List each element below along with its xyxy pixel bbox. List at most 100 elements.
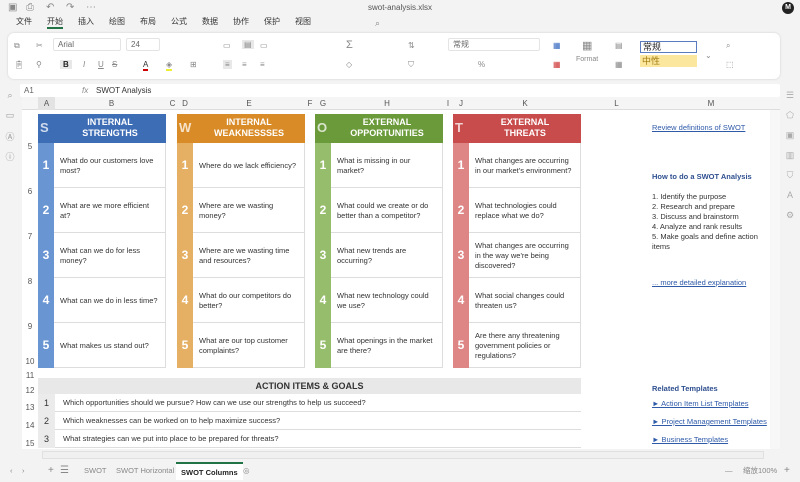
align-top-icon[interactable]: ▭: [223, 41, 231, 50]
more-explanation-link[interactable]: ... more detailed explanation: [652, 278, 746, 287]
quadrant-item[interactable]: 4 What social changes could threaten us?: [453, 278, 581, 323]
column-header-H[interactable]: H: [331, 97, 443, 110]
search-icon[interactable]: ⌕: [0, 90, 20, 110]
column-header-I[interactable]: I: [443, 97, 453, 110]
quadrant-item[interactable]: 2 What are we more efficient at?: [38, 188, 166, 233]
number-format-select[interactable]: 常规: [448, 38, 540, 51]
text-icon[interactable]: Ⓐ: [0, 130, 20, 150]
prev-sheet-icon[interactable]: ‹: [10, 462, 13, 480]
quadrant-item[interactable]: 5 What are our top customer complaints?: [177, 323, 305, 368]
vertical-scrollbar[interactable]: [770, 110, 780, 449]
add-sheet-icon[interactable]: +: [48, 462, 54, 480]
row-header-10[interactable]: 10: [22, 336, 38, 368]
align-middle-icon[interactable]: ▤: [242, 40, 254, 49]
related-template-link[interactable]: ► Business Templates: [652, 435, 770, 444]
print-icon[interactable]: ⎙: [26, 2, 34, 13]
shapes-icon[interactable]: ⬠: [780, 110, 800, 130]
menu-item[interactable]: 绘图: [109, 15, 125, 29]
column-header-G[interactable]: G: [315, 97, 331, 110]
row-header-6[interactable]: 6: [22, 156, 38, 201]
styles-expand-icon[interactable]: ⌄: [705, 51, 712, 60]
fill-color-icon[interactable]: ◈: [166, 60, 173, 71]
column-header-L[interactable]: L: [581, 97, 652, 110]
related-template-link[interactable]: ► Action Item List Templates: [652, 399, 770, 408]
quadrant-item[interactable]: 3 Where are we wasting time and resources…: [177, 233, 305, 278]
delete-cells-icon[interactable]: ▦: [553, 60, 561, 69]
quadrant-item[interactable]: 4 What do our competitors do better?: [177, 278, 305, 323]
copy-icon[interactable]: ⧉: [14, 41, 20, 51]
align-bottom-icon[interactable]: ▭: [260, 41, 268, 50]
avatar[interactable]: M: [782, 2, 794, 14]
column-header-A[interactable]: A: [38, 97, 55, 110]
cut-icon[interactable]: ✂: [36, 41, 43, 50]
quadrant-item[interactable]: 1 What do our customers love most?: [38, 143, 166, 188]
text-icon[interactable]: A: [780, 190, 800, 210]
column-header-B[interactable]: B: [55, 97, 168, 110]
quadrant-item[interactable]: 2 What technologies could replace what we…: [453, 188, 581, 233]
tab-swot-columns[interactable]: SWOT Columns: [176, 462, 243, 480]
format-button[interactable]: Format: [576, 56, 598, 63]
sheet-list-icon[interactable]: ☰: [60, 462, 69, 480]
column-header-J[interactable]: J: [453, 97, 469, 110]
row-header-5[interactable]: 5: [22, 110, 38, 156]
undo-icon[interactable]: ↶: [46, 2, 54, 13]
filter-icon[interactable]: ⛉: [780, 170, 800, 190]
menu-item[interactable]: 公式: [171, 15, 187, 29]
quadrant-item[interactable]: 5 Are there any threatening government po…: [453, 323, 581, 368]
insert-cells-icon[interactable]: ▦: [553, 41, 561, 50]
menu-item[interactable]: 数据: [202, 15, 218, 29]
column-header-F[interactable]: F: [305, 97, 315, 110]
formula-input[interactable]: SWOT Analysis: [96, 84, 151, 97]
name-box[interactable]: A1: [24, 84, 34, 97]
horizontal-scrollbar[interactable]: [42, 451, 764, 459]
zoom-out-icon[interactable]: —: [725, 462, 733, 480]
font-size-select[interactable]: 24: [126, 38, 160, 51]
format-table-icon[interactable]: ▦: [582, 39, 592, 52]
conditional-format-icon[interactable]: ▤: [615, 41, 623, 50]
more-icon[interactable]: ⋯: [86, 2, 96, 13]
italic-button[interactable]: I: [83, 60, 85, 69]
row-header-8[interactable]: 8: [22, 246, 38, 291]
spreadsheet-grid[interactable]: ABCDEFGHIJKLM 5 6 7 8 9 10 11 12 13 14 15 S INTERNA…: [22, 97, 780, 449]
image-icon[interactable]: ▣: [780, 130, 800, 150]
sort-icon[interactable]: ⇅: [408, 41, 415, 50]
info-icon[interactable]: ⓘ: [0, 150, 20, 170]
column-header-D[interactable]: D: [177, 97, 193, 110]
tab-options-icon[interactable]: ◎: [243, 462, 250, 480]
menu-item[interactable]: 保护: [264, 15, 280, 29]
align-right-icon[interactable]: ≡: [260, 60, 265, 69]
quadrant-item[interactable]: 3 What changes are occurring in the way w…: [453, 233, 581, 278]
filter-icon[interactable]: ⛉: [408, 60, 414, 70]
quadrant-item[interactable]: 3 What new trends are occurring?: [315, 233, 443, 278]
font-color-icon[interactable]: A: [143, 60, 149, 71]
clear-icon[interactable]: ◇: [346, 60, 352, 69]
align-center-icon[interactable]: ≡: [242, 60, 247, 69]
tab-swot[interactable]: SWOT: [84, 462, 107, 480]
format-painter-icon[interactable]: ⚲: [36, 60, 42, 69]
quadrant-item[interactable]: 1 Where do we lack efficiency?: [177, 143, 305, 188]
menu-item[interactable]: 协作: [233, 15, 249, 29]
search-icon[interactable]: ⌕: [375, 18, 380, 29]
menu-item[interactable]: 开始: [47, 15, 63, 29]
menu-item[interactable]: 视图: [295, 15, 311, 29]
row-header-15[interactable]: 15: [22, 430, 38, 448]
row-header-14[interactable]: 14: [22, 412, 38, 430]
action-row[interactable]: 2 Which weaknesses can be worked on to he…: [38, 412, 581, 430]
comment-icon[interactable]: ▭: [0, 110, 20, 130]
next-sheet-icon[interactable]: ›: [22, 462, 25, 480]
table-icon[interactable]: ▦: [615, 60, 623, 69]
align-left-icon[interactable]: ≡: [223, 60, 232, 69]
menu-item[interactable]: 插入: [78, 15, 94, 29]
paste-icon[interactable]: 📋︎: [14, 60, 24, 69]
list-icon[interactable]: ☰: [780, 90, 800, 110]
quadrant-item[interactable]: 2 What could we create or do better than …: [315, 188, 443, 233]
zoom-level[interactable]: 缩放100%: [743, 462, 777, 480]
select-icon[interactable]: ⬚: [726, 60, 734, 69]
row-header-9[interactable]: 9: [22, 291, 38, 336]
bold-button[interactable]: B: [60, 60, 72, 69]
related-template-link[interactable]: ► Project Management Templates: [652, 417, 770, 426]
action-row[interactable]: 1 Which opportunities should we pursue? H…: [38, 394, 581, 412]
underline-button[interactable]: U: [98, 60, 104, 69]
row-header-11[interactable]: 11: [22, 368, 38, 380]
chart-icon[interactable]: ▥: [780, 150, 800, 170]
